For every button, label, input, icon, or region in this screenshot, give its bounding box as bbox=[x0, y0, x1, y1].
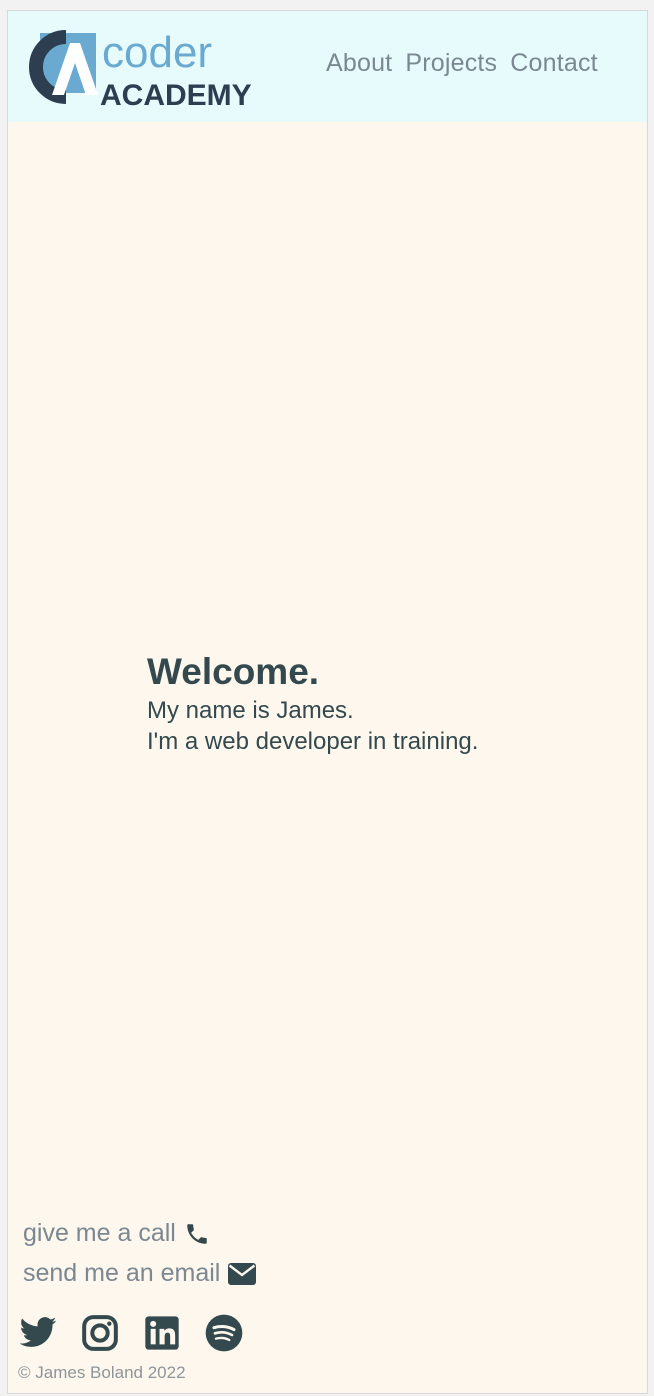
logo-text-coder: coder bbox=[102, 28, 212, 77]
spotify-icon[interactable] bbox=[204, 1313, 244, 1353]
call-label: give me a call bbox=[23, 1219, 176, 1247]
email-label: send me an email bbox=[23, 1259, 221, 1287]
hero-heading: Welcome. bbox=[147, 651, 320, 692]
hero-intro-name: My name is James. bbox=[147, 697, 354, 724]
envelope-icon bbox=[228, 1262, 257, 1285]
site-header: coder ACADEMY About Projects Contact bbox=[8, 11, 647, 122]
main-nav: About Projects Contact bbox=[326, 49, 598, 78]
logo-text-academy: ACADEMY bbox=[100, 79, 252, 111]
email-link[interactable]: send me an email bbox=[23, 1259, 257, 1288]
phone-icon bbox=[187, 1223, 207, 1244]
page-frame: coder ACADEMY About Projects Contact Wel… bbox=[7, 10, 648, 1394]
social-links bbox=[18, 1313, 244, 1353]
nav-contact[interactable]: Contact bbox=[510, 49, 598, 78]
hero-section: Welcome. My name is James. I'm a web dev… bbox=[147, 649, 478, 757]
nav-projects[interactable]: Projects bbox=[405, 49, 497, 78]
twitter-icon[interactable] bbox=[18, 1313, 58, 1353]
hero-intro-role: I'm a web developer in training. bbox=[147, 728, 479, 755]
linkedin-icon[interactable] bbox=[142, 1313, 182, 1353]
call-link[interactable]: give me a call bbox=[23, 1219, 210, 1248]
coder-academy-logo[interactable]: coder ACADEMY bbox=[22, 21, 284, 111]
nav-about[interactable]: About bbox=[326, 49, 392, 78]
copyright-text: © James Boland 2022 bbox=[18, 1363, 186, 1382]
instagram-icon[interactable] bbox=[80, 1313, 120, 1353]
